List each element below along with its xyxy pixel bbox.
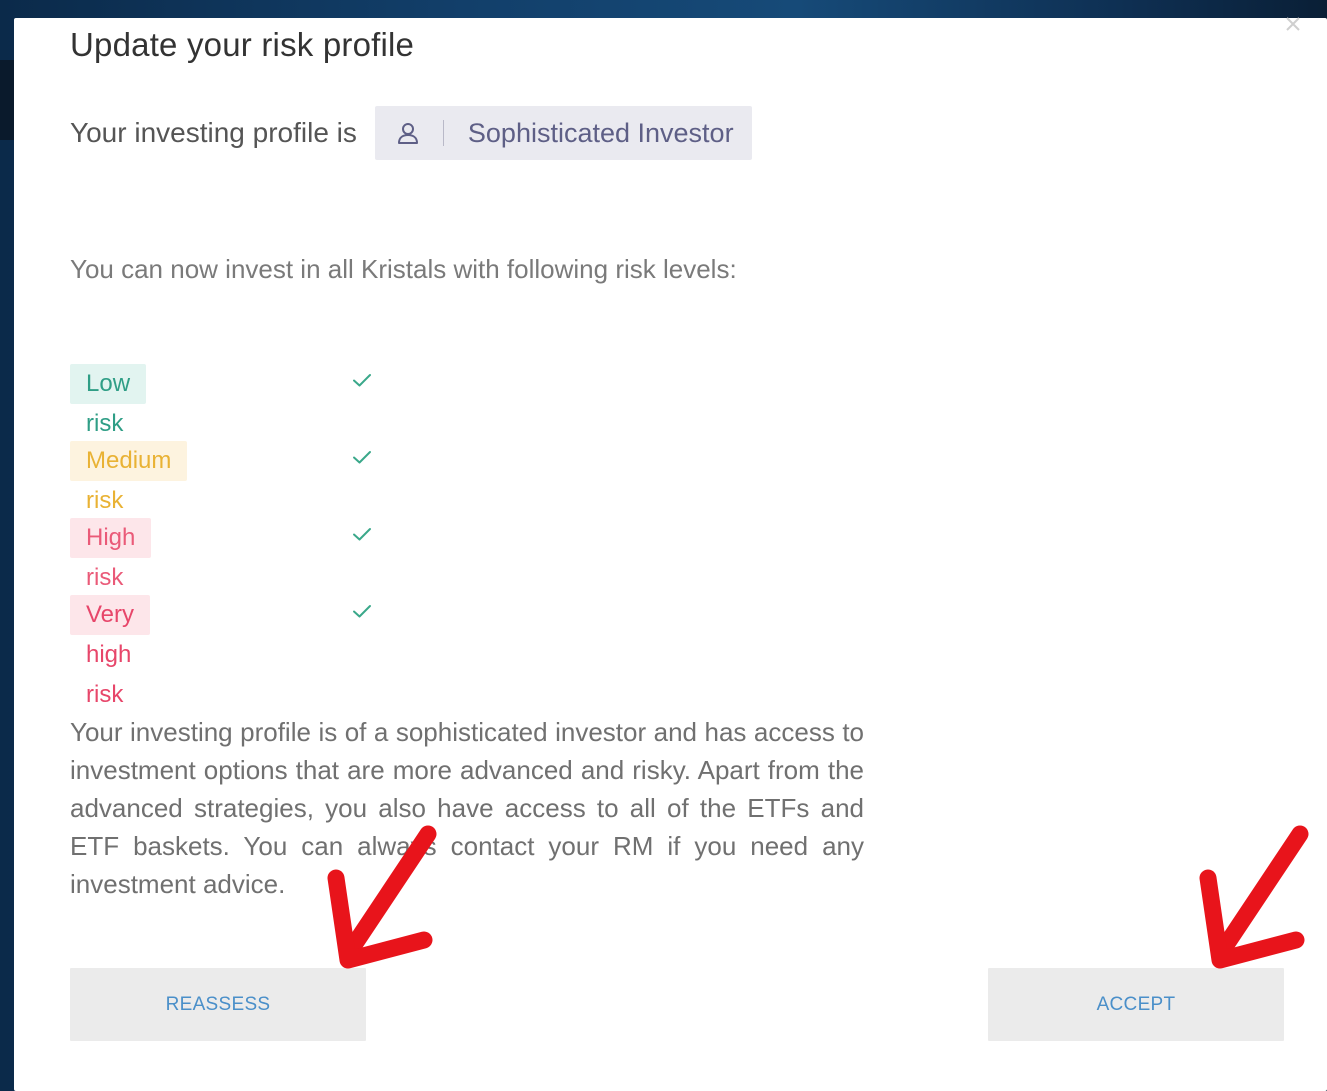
close-icon[interactable] (1281, 12, 1305, 36)
risk-profile-dialog: Update your risk profile Your investing … (14, 17, 1327, 1091)
profile-value: Sophisticated Investor (467, 117, 734, 148)
user-icon (395, 120, 421, 146)
annotation-arrow-icon (1199, 825, 1309, 969)
profile-description: Your investing profile is of a sophistic… (70, 717, 864, 899)
check-icon (353, 374, 371, 387)
profile-row: Your investing profile is Sophisticated … (70, 106, 752, 160)
risk-badge-high: High risk (70, 518, 152, 591)
risk-badge-low: Low risk (70, 364, 147, 437)
annotation-arrow-icon (327, 825, 437, 969)
risk-badge-medium: Medium risk (70, 441, 188, 514)
check-icon (353, 528, 371, 541)
risk-badge-very-high: Very high risk (70, 595, 151, 708)
dialog-title: Update your risk profile (70, 26, 415, 63)
check-icon (353, 605, 371, 618)
check-icon (353, 451, 371, 464)
intro-text: You can now invest in all Kristals with … (70, 254, 737, 284)
close-icon-glyph (1286, 17, 1300, 31)
profile-chip: Sophisticated Investor (374, 106, 752, 160)
backdrop-edge (0, 60, 14, 140)
chip-separator (442, 120, 444, 146)
profile-prefix-label: Your investing profile is (70, 117, 357, 148)
